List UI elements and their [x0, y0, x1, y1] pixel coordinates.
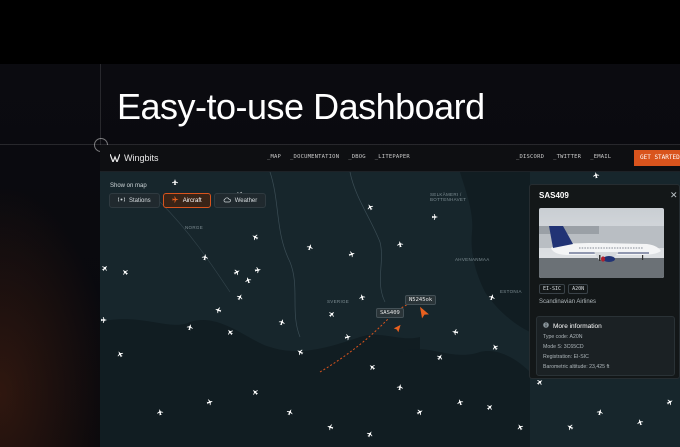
nav-link-blog[interactable]: _DBOG	[348, 154, 366, 160]
airplane-icon	[172, 196, 179, 205]
popup-flight-number: SAS409	[539, 191, 569, 200]
aircraft-photo	[539, 208, 664, 278]
nav-link-documentation[interactable]: _DOCUMENTATION	[290, 154, 339, 160]
more-information-box: More information Type code: A20N Mode S:…	[536, 316, 675, 376]
info-mode-s: Mode S: 3C65CD	[543, 344, 584, 350]
nav-link-litepaper[interactable]: _LITEPAPER	[375, 154, 410, 160]
toggle-aircraft-label: Aircraft	[182, 197, 202, 204]
get-started-button[interactable]: GET STARTED	[634, 150, 680, 166]
top-nav: Wingbits _MAP _DOCUMENTATION _DBOG _LITE…	[100, 145, 680, 172]
toggle-aircraft[interactable]: Aircraft	[162, 193, 211, 208]
info-registration: Registration: EI-SIC	[543, 354, 589, 360]
toggle-stations[interactable]: Stations	[109, 193, 160, 208]
dashboard-app: Wingbits _MAP _DOCUMENTATION _DBOG _LITE…	[100, 145, 680, 447]
headline: Easy-to-use Dashboard	[117, 86, 485, 127]
info-icon	[543, 322, 549, 330]
aircraft-tags: EI-SIC A20N	[539, 284, 589, 294]
close-icon[interactable]: ✕	[670, 190, 678, 201]
info-type-code: Type code: A20N	[543, 334, 583, 340]
flight-detail-panel: SAS409 ✕ EI-SIC A20N Scandinavian Airlin…	[529, 184, 680, 379]
registration-tag: EI-SIC	[539, 284, 566, 294]
nav-social-links: _DISCORD _TWITTER _EMAIL	[516, 154, 611, 160]
top-black-band	[0, 0, 680, 64]
nav-link-map[interactable]: _MAP	[267, 154, 281, 160]
nav-link-twitter[interactable]: _TWITTER	[553, 154, 581, 160]
flight-label-selected[interactable]: SAS409	[376, 308, 404, 318]
show-on-map-title: Show on map	[110, 183, 147, 189]
flight-label-other[interactable]: N5245ok	[405, 295, 437, 305]
map-label-ahvenanmaa: AHVENANMAA	[455, 257, 490, 262]
cloud-icon	[223, 196, 231, 205]
wingbits-logo-icon	[110, 154, 120, 162]
toggle-weather-label: Weather	[234, 197, 258, 204]
radio-tower-icon	[117, 196, 126, 205]
nav-link-discord[interactable]: _DISCORD	[516, 154, 544, 160]
map-label-norge: NORGE	[185, 225, 204, 230]
info-altitude: Barometric altitude: 23,425 ft	[543, 364, 610, 370]
brand-name: Wingbits	[124, 153, 159, 163]
map-label-selkaemeri: SELKÄMERI / BOTTENHAVET	[430, 192, 467, 202]
toggle-stations-label: Stations	[129, 197, 151, 204]
nav-links: _MAP _DOCUMENTATION _DBOG _LITEPAPER	[267, 154, 410, 160]
map-label-sverige: SVERIGE	[327, 299, 350, 304]
more-information-title: More information	[553, 322, 602, 330]
toggle-weather[interactable]: Weather	[213, 193, 267, 208]
map-label-estonia: ESTONIA	[500, 289, 522, 294]
nav-link-email[interactable]: _EMAIL	[590, 154, 611, 160]
map-layer-toggles: Stations Aircraft Weather	[109, 193, 267, 208]
brand-logo[interactable]: Wingbits	[110, 153, 159, 163]
more-information-header[interactable]: More information	[543, 322, 602, 330]
airline-name: Scandinavian Airlines	[539, 299, 597, 305]
type-tag: A20N	[568, 284, 589, 294]
